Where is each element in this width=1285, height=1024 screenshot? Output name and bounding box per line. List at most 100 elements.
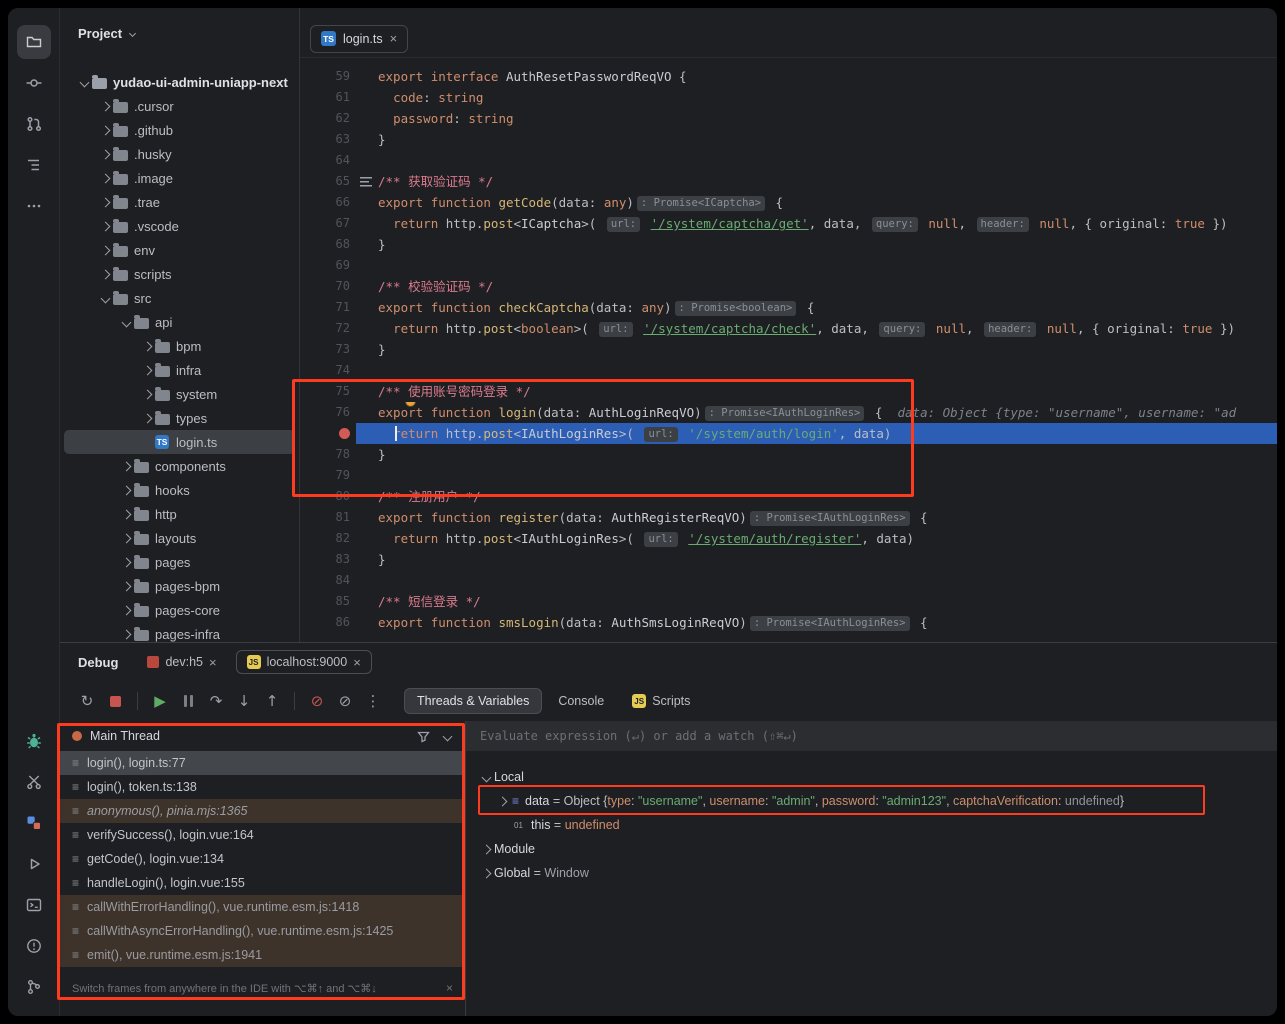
step-out-button[interactable]: ↑ bbox=[259, 688, 285, 714]
plugins-tool-button[interactable] bbox=[17, 806, 51, 840]
tree-item-hooks[interactable]: hooks bbox=[64, 478, 295, 502]
rerun-button[interactable]: ↻ bbox=[74, 688, 100, 714]
code-line-86[interactable]: 86export function smsLogin(data: AuthSms… bbox=[300, 612, 1277, 633]
code-line-72[interactable]: 72 return http.post<boolean>( url: '/sys… bbox=[300, 318, 1277, 339]
code-line-82[interactable]: 82 return http.post<IAuthLoginRes>( url:… bbox=[300, 528, 1277, 549]
tree-item-login.ts[interactable]: TSlogin.ts bbox=[64, 430, 295, 454]
tree-chevron[interactable] bbox=[97, 271, 113, 278]
code-line-64[interactable]: 64 bbox=[300, 150, 1277, 171]
code-line-78[interactable]: 78} bbox=[300, 444, 1277, 465]
variable-row-data[interactable]: ≡data = Object {type: "username", userna… bbox=[466, 789, 1277, 813]
code-line-84[interactable]: 84 bbox=[300, 570, 1277, 591]
close-icon[interactable]: × bbox=[209, 656, 217, 669]
code-line-75[interactable]: 75/** 使用账号密码登录 */ bbox=[300, 381, 1277, 402]
tree-item-.image[interactable]: .image bbox=[64, 166, 295, 190]
frame-row[interactable]: ≡login(), token.ts:138 bbox=[60, 775, 465, 799]
code-line-63[interactable]: 63} bbox=[300, 129, 1277, 150]
tree-item-pages-bpm[interactable]: pages-bpm bbox=[64, 574, 295, 598]
pause-button[interactable] bbox=[175, 688, 201, 714]
tree-chevron[interactable] bbox=[97, 175, 113, 182]
variable-chevron[interactable] bbox=[478, 870, 494, 877]
code-line-83[interactable]: 83} bbox=[300, 549, 1277, 570]
filter-icon[interactable] bbox=[417, 730, 430, 743]
tree-item-.cursor[interactable]: .cursor bbox=[64, 94, 295, 118]
code-line-80[interactable]: 80/** 注册用户 */ bbox=[300, 486, 1277, 507]
variable-row-this[interactable]: 01this = undefined bbox=[466, 813, 1277, 837]
version-control-tool-button[interactable] bbox=[17, 970, 51, 1004]
code-line-59[interactable]: 59export interface AuthResetPasswordReqV… bbox=[300, 66, 1277, 87]
project-tool-button[interactable] bbox=[17, 25, 51, 59]
tree-chevron[interactable] bbox=[118, 487, 134, 494]
view-tab-threads-variables[interactable]: Threads & Variables bbox=[404, 688, 542, 714]
code-line-70[interactable]: 70/** 校验验证码 */ bbox=[300, 276, 1277, 297]
tree-chevron[interactable] bbox=[139, 343, 155, 350]
variable-chevron[interactable] bbox=[478, 846, 494, 853]
tree-item-env[interactable]: env bbox=[64, 238, 295, 262]
frame-row[interactable]: ≡handleLogin(), login.vue:155 bbox=[60, 871, 465, 895]
code-line-62[interactable]: 62 password: string bbox=[300, 108, 1277, 129]
frame-row[interactable]: ≡callWithErrorHandling(), vue.runtime.es… bbox=[60, 895, 465, 919]
tree-item-types[interactable]: types bbox=[64, 406, 295, 430]
frame-row[interactable]: ≡getCode(), login.vue:134 bbox=[60, 847, 465, 871]
tree-chevron[interactable] bbox=[118, 631, 134, 638]
code-area[interactable]: 59export interface AuthResetPasswordReqV… bbox=[300, 58, 1277, 642]
close-icon[interactable]: × bbox=[390, 32, 398, 45]
tree-chevron[interactable] bbox=[139, 415, 155, 422]
tree-item-.github[interactable]: .github bbox=[64, 118, 295, 142]
code-line-81[interactable]: 81export function register(data: AuthReg… bbox=[300, 507, 1277, 528]
frame-row[interactable]: ≡anonymous(), pinia.mjs:1365 bbox=[60, 799, 465, 823]
terminal-tool-button[interactable] bbox=[17, 888, 51, 922]
tree-item-.trae[interactable]: .trae bbox=[64, 190, 295, 214]
tree-item-.vscode[interactable]: .vscode bbox=[64, 214, 295, 238]
tree-item-http[interactable]: http bbox=[64, 502, 295, 526]
tree-chevron[interactable] bbox=[97, 199, 113, 206]
code-line-76[interactable]: 76export function login(data: AuthLoginR… bbox=[300, 402, 1277, 423]
tree-chevron[interactable] bbox=[139, 367, 155, 374]
evaluate-expression-input[interactable]: Evaluate expression (↵) or add a watch (… bbox=[466, 721, 1277, 751]
editor-tab-login-ts[interactable]: TS login.ts × bbox=[310, 25, 408, 53]
tree-chevron[interactable] bbox=[118, 607, 134, 614]
tree-chevron[interactable] bbox=[118, 583, 134, 590]
resume-button[interactable]: ▶ bbox=[147, 688, 173, 714]
thread-selector[interactable]: Main Thread bbox=[60, 721, 465, 751]
chevron-down-icon[interactable] bbox=[129, 30, 136, 37]
frame-row[interactable]: ≡login(), login.ts:77 bbox=[60, 751, 465, 775]
breakpoint-icon[interactable] bbox=[339, 428, 350, 439]
tree-chevron[interactable] bbox=[139, 391, 155, 398]
view-tab-scripts[interactable]: JSScripts bbox=[620, 689, 702, 713]
code-line-68[interactable]: 68} bbox=[300, 234, 1277, 255]
tree-item-scripts[interactable]: scripts bbox=[64, 262, 295, 286]
code-line-74[interactable]: 74 bbox=[300, 360, 1277, 381]
more-button[interactable]: ⋮ bbox=[360, 688, 386, 714]
code-line-85[interactable]: 85/** 短信登录 */ bbox=[300, 591, 1277, 612]
tree-chevron[interactable] bbox=[97, 247, 113, 254]
structure-tool-button[interactable] bbox=[17, 148, 51, 182]
step-into-button[interactable]: ↓ bbox=[231, 688, 257, 714]
project-panel-title[interactable]: Project bbox=[78, 26, 122, 41]
tree-item-system[interactable]: system bbox=[64, 382, 295, 406]
frame-row[interactable]: ≡verifySuccess(), login.vue:164 bbox=[60, 823, 465, 847]
tree-item-.husky[interactable]: .husky bbox=[64, 142, 295, 166]
tree-item-pages-infra[interactable]: pages-infra bbox=[64, 622, 295, 642]
tree-item-src[interactable]: src bbox=[64, 286, 295, 310]
variable-chevron[interactable] bbox=[478, 774, 494, 781]
tree-item-api[interactable]: api bbox=[64, 310, 295, 334]
tree-chevron[interactable] bbox=[97, 103, 113, 110]
more-tool-windows-button[interactable] bbox=[17, 189, 51, 223]
code-line-71[interactable]: 71export function checkCaptcha(data: any… bbox=[300, 297, 1277, 318]
code-line-73[interactable]: 73} bbox=[300, 339, 1277, 360]
tree-chevron[interactable] bbox=[97, 295, 113, 302]
chevron-down-icon[interactable] bbox=[443, 731, 453, 741]
step-over-button[interactable]: ↷ bbox=[203, 688, 229, 714]
skip-breakpoints-button[interactable]: ⊘ bbox=[332, 688, 358, 714]
tree-item-yudao-ui-admin-uniapp-next[interactable]: yudao-ui-admin-uniapp-next bbox=[64, 70, 295, 94]
session-tab-localhost:9000[interactable]: JSlocalhost:9000× bbox=[236, 650, 372, 674]
run-tool-button[interactable] bbox=[17, 847, 51, 881]
tools-tool-button[interactable] bbox=[17, 765, 51, 799]
variable-row-Local[interactable]: Local bbox=[466, 765, 1277, 789]
frame-row[interactable]: ≡callWithAsyncErrorHandling(), vue.runti… bbox=[60, 919, 465, 943]
tree-chevron[interactable] bbox=[118, 559, 134, 566]
pull-requests-tool-button[interactable] bbox=[17, 107, 51, 141]
code-line-69[interactable]: 69 bbox=[300, 255, 1277, 276]
code-line-79[interactable]: 79 bbox=[300, 465, 1277, 486]
